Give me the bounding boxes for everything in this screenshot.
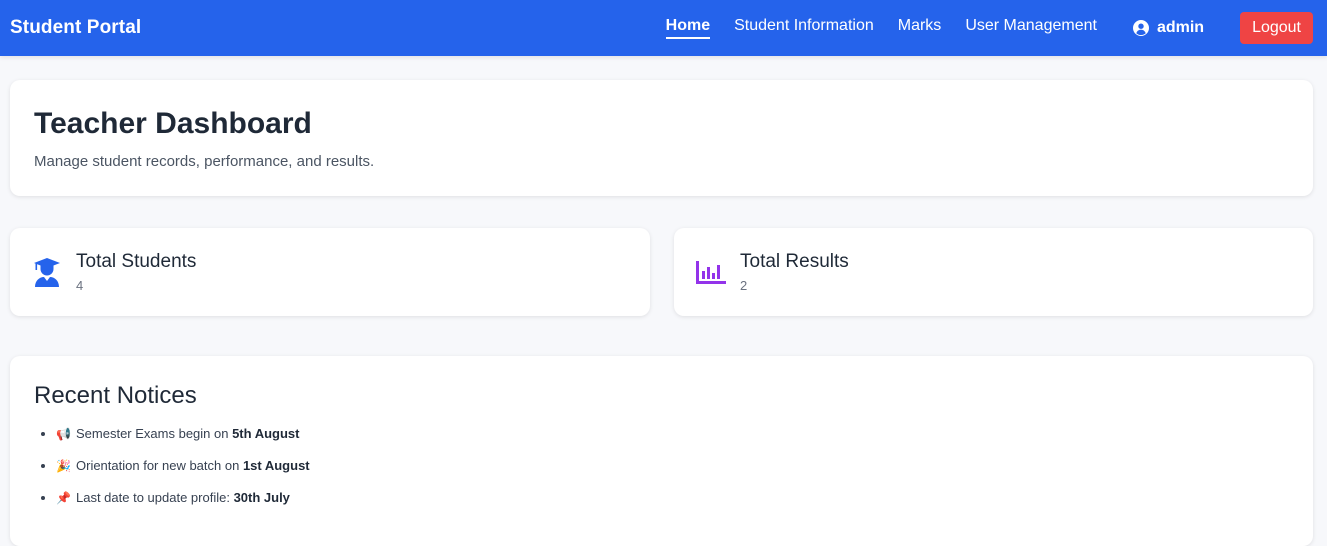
- notice-item: 📌 Last date to update profile: 30th July: [56, 490, 1289, 522]
- user-circle-icon: [1132, 20, 1149, 36]
- stat-card-total-students: Total Students 4: [10, 228, 650, 316]
- logout-button[interactable]: Logout: [1240, 12, 1313, 44]
- nav-link-user-management[interactable]: User Management: [965, 17, 1097, 39]
- stat-value: 2: [740, 278, 748, 293]
- party-popper-icon: 🎉: [56, 459, 71, 473]
- nav-links: Home Student Information Marks User Mana…: [642, 12, 1313, 44]
- dashboard-header-card: Teacher Dashboard Manage student records…: [10, 80, 1313, 196]
- notice-date: 1st August: [242, 458, 310, 473]
- notice-text: Semester Exams begin on: [76, 426, 233, 441]
- nav-link-home[interactable]: Home: [665, 17, 711, 39]
- notice-list: 📢 Semester Exams begin on 5th August 🎉 Ori…: [34, 426, 1289, 522]
- notice-text: Orientation for new batch on: [76, 458, 243, 473]
- page-title: Teacher Dashboard: [34, 107, 312, 140]
- user-name: admin: [1156, 19, 1205, 36]
- nav-link-marks[interactable]: Marks: [898, 17, 942, 39]
- bar-chart-icon: [696, 255, 726, 289]
- notice-item: 🎉 Orientation for new batch on 1st August: [56, 458, 1289, 490]
- pushpin-icon: 📌: [56, 491, 71, 505]
- notice-date: 30th July: [233, 490, 290, 505]
- stat-title: Total Students: [76, 251, 197, 272]
- page-subtitle: Manage student records, performance, and…: [34, 153, 375, 170]
- stat-value: 4: [76, 278, 84, 293]
- recent-notices-card: Recent Notices 📢 Semester Exams begin on …: [10, 356, 1313, 546]
- notices-title: Recent Notices: [34, 382, 197, 409]
- nav-link-student-information[interactable]: Student Information: [734, 17, 874, 39]
- megaphone-icon: 📢: [56, 427, 71, 441]
- notice-item: 📢 Semester Exams begin on 5th August: [56, 426, 1289, 458]
- nav-user[interactable]: admin: [1132, 19, 1205, 37]
- stat-card-total-results: Total Results 2: [674, 228, 1313, 316]
- notice-date: 5th August: [232, 426, 300, 441]
- graduate-icon: [32, 255, 62, 289]
- stat-title: Total Results: [740, 251, 849, 272]
- notice-text: Last date to update profile:: [76, 490, 234, 505]
- top-navbar: Student Portal Home Student Information …: [0, 0, 1327, 56]
- brand-title[interactable]: Student Portal: [10, 17, 141, 39]
